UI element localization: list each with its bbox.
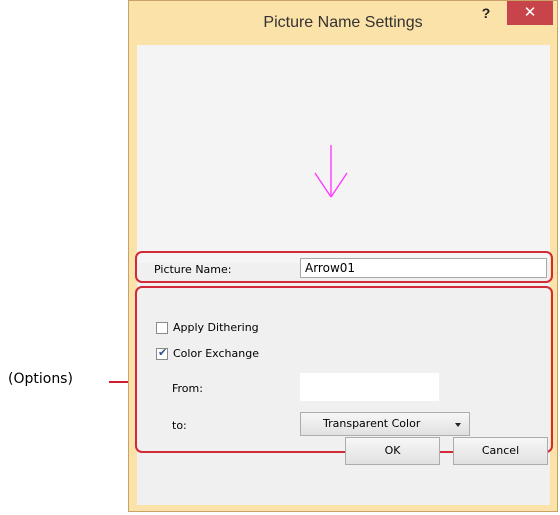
apply-dithering-checkbox[interactable] xyxy=(156,322,168,334)
close-button[interactable]: ✕ xyxy=(507,1,553,25)
help-button[interactable]: ? xyxy=(475,4,497,24)
picture-name-field[interactable]: Arrow01 xyxy=(300,258,547,278)
dialog-content: Picture Name: Arrow01 Apply Dithering ✔ … xyxy=(135,45,553,505)
from-label: From: xyxy=(172,382,203,395)
down-arrow-icon xyxy=(314,145,348,198)
color-exchange-checkbox[interactable]: ✔ xyxy=(156,346,168,360)
apply-dithering-label[interactable]: Apply Dithering xyxy=(173,321,259,334)
options-callout-label: (Options) xyxy=(8,371,73,387)
ok-button[interactable]: OK xyxy=(345,437,440,465)
checkmark-icon: ✔ xyxy=(158,346,168,359)
from-color-field[interactable] xyxy=(300,373,439,401)
to-color-dropdown[interactable]: Transparent Color xyxy=(300,412,470,436)
title-bar[interactable]: Picture Name Settings ? ✕ xyxy=(129,1,557,43)
color-exchange-label[interactable]: Color Exchange xyxy=(173,347,259,360)
picture-preview xyxy=(137,45,550,263)
to-label: to: xyxy=(172,419,187,432)
to-color-value: Transparent Color xyxy=(323,417,421,430)
chevron-down-icon xyxy=(455,423,461,427)
picture-name-settings-dialog: Picture Name Settings ? ✕ Picture Name: … xyxy=(128,0,558,512)
cancel-button[interactable]: Cancel xyxy=(453,437,548,465)
picture-name-label: Picture Name: xyxy=(154,263,232,276)
